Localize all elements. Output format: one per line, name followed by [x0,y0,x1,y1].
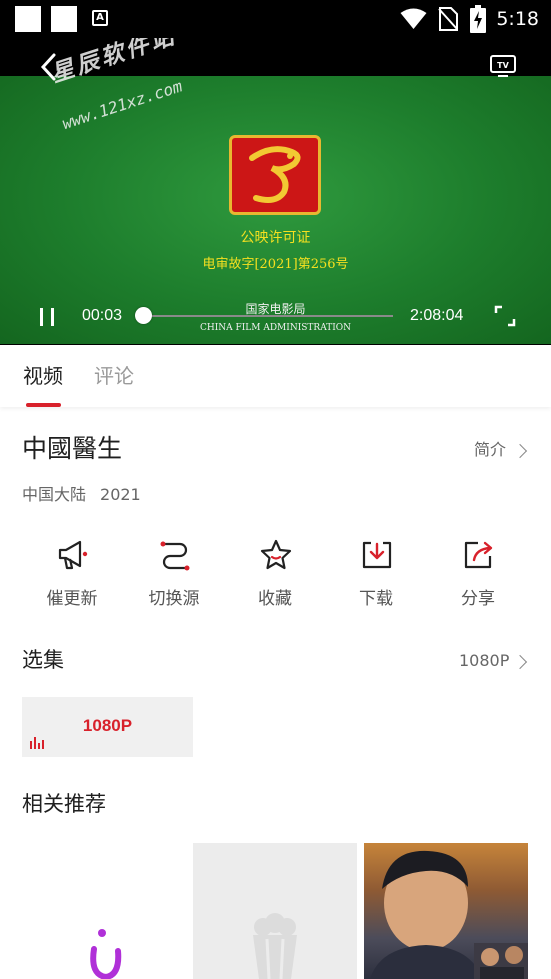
action-label: 催更新 [46,589,98,609]
a-icon: A [92,10,108,26]
action-switch-source-button[interactable]: 切换源 [124,538,224,618]
film-dragon-emblem [229,135,321,215]
action-label: 收藏 [258,589,292,609]
download-icon [362,541,392,569]
recommend-card[interactable] [193,843,357,979]
chevron-right-icon [512,654,528,670]
action-share-button[interactable]: 分享 [428,538,528,618]
certificate-number: 电审故字[2021]第256号 [202,257,349,272]
chevron-right-icon [512,443,528,459]
episode-label: 1080P [82,716,133,735]
notification-square-icon [15,6,41,32]
share-icon [464,541,493,569]
movie-meta: 中国大陆 2021 [22,484,141,506]
star-icon [260,539,292,570]
fullscreen-icon[interactable] [494,305,516,327]
action-label: 分享 [461,589,495,609]
movie-title: 中國醫生 [22,434,123,463]
no-sim-icon [438,7,458,31]
action-favorite-button[interactable]: 收藏 [225,538,325,618]
action-label: 切换源 [148,589,200,609]
switch-source-icon [160,541,190,571]
pause-icon[interactable] [36,306,60,330]
movie-region: 中国大陆 [22,485,87,504]
tab-bar: 视频 评论 [0,345,551,407]
status-bar: A 5:18 [0,0,551,38]
app-screen: A 5:18 公映许可证 电审故字[2021]第256号 国家电影局 CHINA… [0,0,551,979]
movie-poster-image [370,850,528,979]
loading-spinner-icon [90,929,122,979]
recommend-heading: 相关推荐 [22,792,106,816]
tv-cast-icon[interactable]: TV [489,54,517,78]
popcorn-placeholder-icon [253,913,297,979]
quality-selector[interactable]: 1080P [459,650,509,672]
wifi-icon [400,8,427,29]
action-urge-update-button[interactable]: 催更新 [22,538,122,618]
video-player[interactable]: 公映许可证 电审故字[2021]第256号 国家电影局 CHINA FILM A… [0,38,551,345]
total-time: 2:08:04 [410,307,464,324]
recommend-card[interactable] [22,843,188,979]
movie-year: 2021 [100,485,141,504]
player-controls: 00:03 2:08:04 [0,300,551,345]
action-download-button[interactable]: 下载 [326,538,426,618]
status-time: 5:18 [496,8,539,30]
episodes-heading: 选集 [22,648,64,672]
notification-square-icon [51,6,77,32]
tab-indicator [26,403,61,407]
battery-charging-icon [470,5,486,33]
progress-thumb[interactable] [135,307,152,324]
tab-comment[interactable]: 评论 [94,363,134,389]
current-time: 00:03 [82,307,123,324]
episode-chip[interactable]: 1080P [22,697,193,757]
megaphone-icon [58,540,88,570]
action-label: 下载 [359,589,393,609]
tab-video[interactable]: 视频 [23,363,63,389]
certificate-title: 公映许可证 [240,230,311,246]
quality-label: 1080P [459,651,510,670]
recommend-card[interactable] [364,843,528,979]
svg-text:TV: TV [497,61,509,70]
progress-track[interactable] [144,315,393,317]
back-icon[interactable] [34,52,64,82]
playing-bars-icon [30,737,44,749]
intro-link[interactable]: 简介 [474,438,506,462]
intro-label: 简介 [474,440,507,459]
